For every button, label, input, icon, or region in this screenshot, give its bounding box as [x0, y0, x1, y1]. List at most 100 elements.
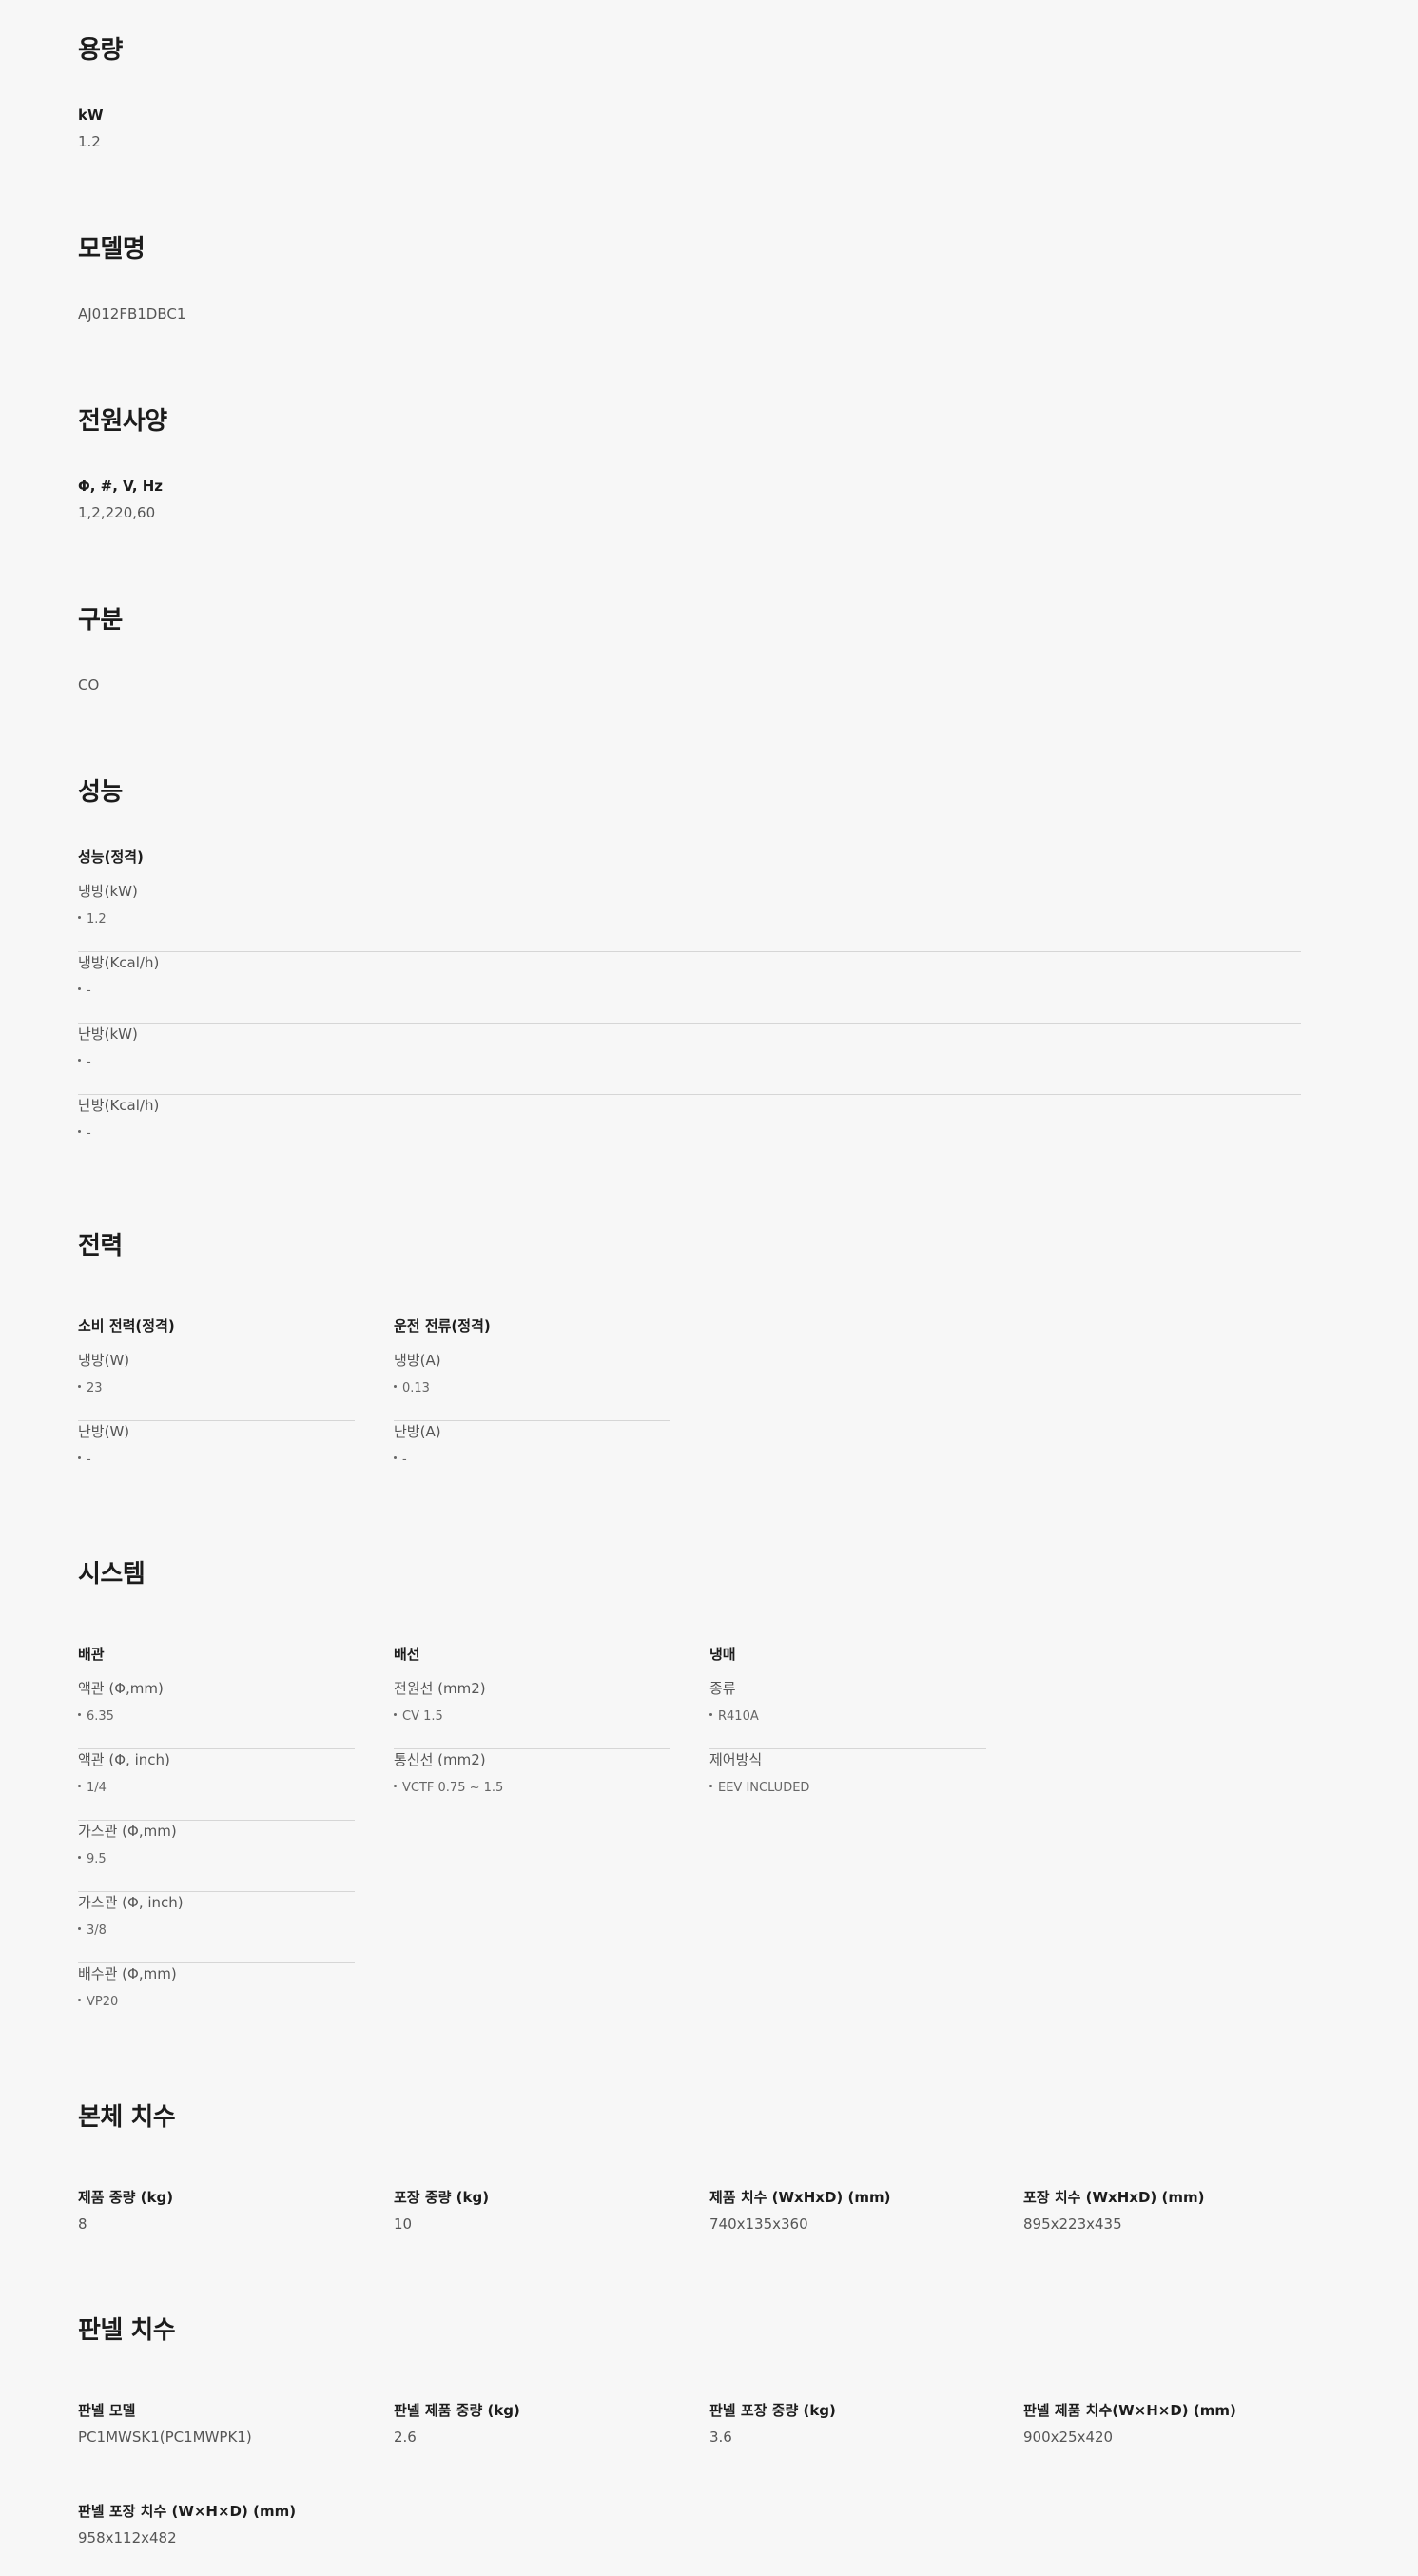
- section-title: 본체 치수: [78, 2103, 176, 2132]
- division-section: 구분 CO: [78, 604, 1301, 693]
- item-value: 6.35: [78, 1708, 114, 1726]
- item-label: 난방(Kcal/h): [78, 1097, 160, 1114]
- group-title: 소비 전력(정격): [78, 1317, 175, 1335]
- item-label: 난방(A): [394, 1423, 441, 1440]
- section-title: 전력: [78, 1232, 123, 1260]
- item-label: 가스관 (Φ,mm): [78, 1823, 177, 1840]
- list-item: 냉방(W) 23: [78, 1350, 355, 1421]
- item-value: CV 1.5: [394, 1708, 443, 1726]
- item-label: 난방(W): [78, 1423, 130, 1440]
- section-title: 용량: [78, 36, 123, 65]
- list-item: 냉방(Kcal/h) -: [78, 952, 1301, 1024]
- spec-item: Φ, #, V, Hz 1,2,220,60: [78, 476, 163, 523]
- item-label: 액관 (Φ,mm): [78, 1680, 164, 1697]
- section-title: 전원사양: [78, 407, 167, 436]
- group-title: 성능(정격): [78, 849, 144, 866]
- item-value: EEV INCLUDED: [709, 1780, 809, 1797]
- spec-item: 판넬 제품 치수(W×H×D) (mm) 900x25x420: [1023, 2400, 1236, 2448]
- list-item: 가스관 (Φ, inch) 3/8: [78, 1892, 355, 1963]
- body-dimension-section: 본체 치수 제품 중량 (kg) 8 포장 중량 (kg) 10 제품 치수 (…: [78, 2101, 1301, 2233]
- group-title: 배관: [78, 1646, 105, 1663]
- section-title: 성능: [78, 778, 123, 807]
- spec-item: 포장 치수 (WxHxD) (mm) 895x223x435: [1023, 2187, 1204, 2234]
- performance-section: 성능 성능(정격) 냉방(kW) 1.2 냉방(Kcal/h) - 난방(kW)…: [78, 776, 1301, 1141]
- item-label: 전원선 (mm2): [394, 1680, 486, 1697]
- item-label: 냉방(W): [78, 1352, 130, 1369]
- item-value: -: [78, 1452, 91, 1469]
- spec-value: 10: [394, 2215, 413, 2233]
- spec-value: 2.6: [394, 2429, 417, 2446]
- item-value: -: [78, 1054, 91, 1071]
- item-label: 가스관 (Φ, inch): [78, 1894, 184, 1911]
- panel-dimension-section: 판넬 치수 판넬 모델 PC1MWSK1(PC1MWPK1) 판넬 제품 중량 …: [78, 2314, 1301, 2547]
- item-value: 23: [78, 1380, 103, 1397]
- list-item: 액관 (Φ,mm) 6.35: [78, 1678, 355, 1749]
- refrigerant-group: 냉매 종류 R410A 제어방식 EEV INCLUDED: [709, 1644, 986, 1805]
- item-label: 냉방(kW): [78, 883, 138, 900]
- list-item: 제어방식 EEV INCLUDED: [709, 1749, 986, 1821]
- division-value: CO: [78, 676, 100, 693]
- spec-name: kW: [78, 107, 104, 124]
- item-label: 통신선 (mm2): [394, 1751, 486, 1768]
- spec-name: Φ, #, V, Hz: [78, 478, 164, 495]
- section-title: 모델명: [78, 235, 146, 263]
- spec-value: 3.6: [709, 2429, 732, 2446]
- section-title: 시스템: [78, 1560, 146, 1589]
- item-label: 난방(kW): [78, 1025, 138, 1043]
- item-label: 액관 (Φ, inch): [78, 1751, 170, 1768]
- spec-name: 포장 중량 (kg): [394, 2189, 490, 2206]
- list-item: 통신선 (mm2) VCTF 0.75 ~ 1.5: [394, 1749, 670, 1821]
- spec-value: 1.2: [78, 133, 101, 150]
- spec-item: 판넬 포장 치수 (W×H×D) (mm) 958x112x482: [78, 2501, 296, 2548]
- spec-item: 판넬 포장 중량 (kg) 3.6: [709, 2400, 836, 2448]
- group-title: 운전 전류(정격): [394, 1317, 491, 1335]
- group-title: 배선: [394, 1646, 420, 1663]
- item-value: 9.5: [78, 1851, 107, 1868]
- group-title: 냉매: [709, 1646, 736, 1663]
- spec-name: 판넬 포장 치수 (W×H×D) (mm): [78, 2503, 297, 2520]
- list-item: 난방(A) -: [394, 1421, 670, 1493]
- item-value: -: [78, 1125, 91, 1142]
- spec-value: PC1MWSK1(PC1MWPK1): [78, 2429, 252, 2446]
- spec-value: 8: [78, 2215, 87, 2233]
- item-value: 0.13: [394, 1380, 430, 1397]
- list-item: 난방(Kcal/h) -: [78, 1095, 1301, 1166]
- spec-item: 포장 중량 (kg) 10: [394, 2187, 489, 2234]
- item-label: 냉방(Kcal/h): [78, 954, 160, 971]
- current-group: 운전 전류(정격) 냉방(A) 0.13 난방(A) -: [394, 1316, 670, 1477]
- spec-item: kW 1.2: [78, 105, 104, 152]
- electric-section: 전력 소비 전력(정격) 냉방(W) 23 난방(W) - 운전 전류(정격) …: [78, 1230, 1301, 1467]
- spec-value: 1,2,220,60: [78, 504, 156, 521]
- spec-name: 제품 치수 (WxHxD) (mm): [709, 2189, 891, 2206]
- list-item: 전원선 (mm2) CV 1.5: [394, 1678, 670, 1749]
- item-label: 제어방식: [709, 1751, 763, 1768]
- piping-group: 배관 액관 (Φ,mm) 6.35 액관 (Φ, inch) 1/4 가스관 (…: [78, 1644, 355, 2043]
- list-item: 냉방(kW) 1.2: [78, 881, 1301, 952]
- item-value: VCTF 0.75 ~ 1.5: [394, 1780, 503, 1797]
- performance-group: 성능(정격) 냉방(kW) 1.2 냉방(Kcal/h) - 난방(kW) - …: [78, 847, 1301, 1142]
- wiring-group: 배선 전원선 (mm2) CV 1.5 통신선 (mm2) VCTF 0.75 …: [394, 1644, 670, 1805]
- item-value: -: [78, 983, 91, 1000]
- item-label: 배수관 (Φ,mm): [78, 1965, 177, 1982]
- model-section: 모델명 AJ012FB1DBC1: [78, 233, 1301, 322]
- spec-value: 740x135x360: [709, 2215, 808, 2233]
- spec-value: 895x223x435: [1023, 2215, 1122, 2233]
- section-title: 구분: [78, 606, 123, 634]
- spec-name: 판넬 모델: [78, 2402, 136, 2419]
- item-value: 1.2: [78, 911, 107, 928]
- consumption-group: 소비 전력(정격) 냉방(W) 23 난방(W) -: [78, 1316, 355, 1477]
- spec-value: 900x25x420: [1023, 2429, 1114, 2446]
- capacity-section: 용량 kW 1.2: [78, 34, 1301, 150]
- spec-item: 제품 치수 (WxHxD) (mm) 740x135x360: [709, 2187, 890, 2234]
- list-item: 가스관 (Φ,mm) 9.5: [78, 1821, 355, 1892]
- list-item: 배수관 (Φ,mm) VP20: [78, 1963, 355, 2035]
- item-value: VP20: [78, 1994, 118, 2011]
- item-value: 1/4: [78, 1780, 107, 1797]
- spec-name: 판넬 제품 중량 (kg): [394, 2402, 520, 2419]
- section-title: 판넬 치수: [78, 2316, 176, 2345]
- item-label: 종류: [709, 1680, 736, 1697]
- spec-item: 판넬 모델 PC1MWSK1(PC1MWPK1): [78, 2400, 252, 2448]
- item-value: 3/8: [78, 1922, 107, 1940]
- spec-name: 판넬 포장 중량 (kg): [709, 2402, 836, 2419]
- spec-item: 판넬 제품 중량 (kg) 2.6: [394, 2400, 520, 2448]
